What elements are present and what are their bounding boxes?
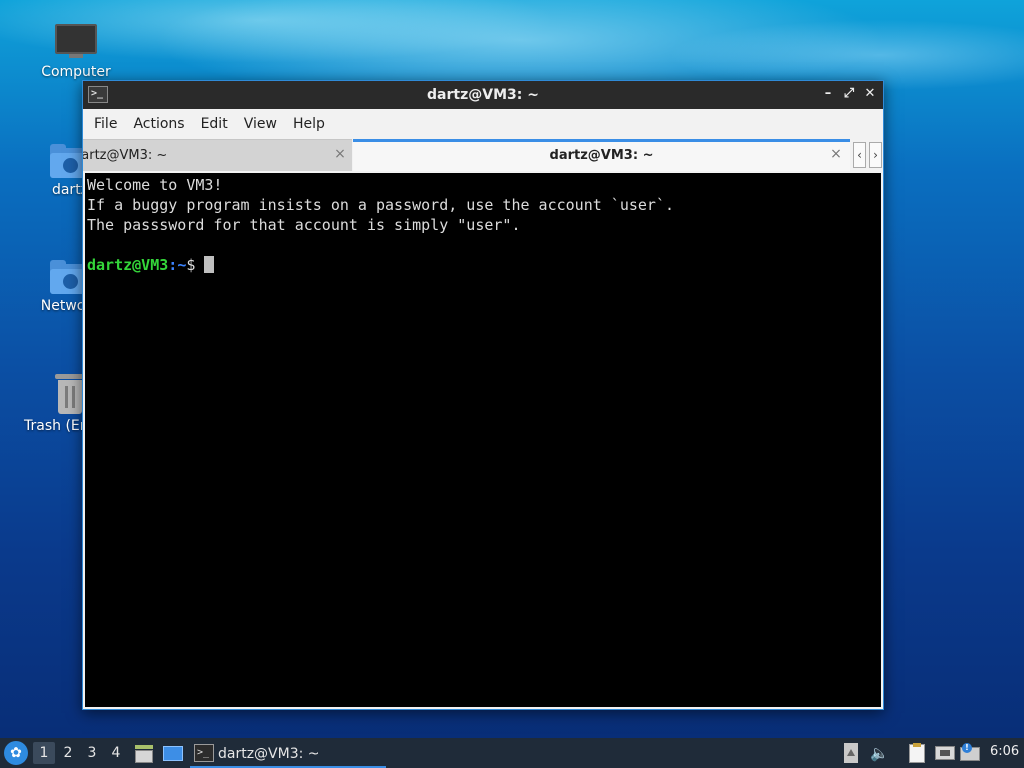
terminal-line: The passsword for that account is simply… <box>87 216 521 234</box>
task-label: dartz@VM3: ~ <box>218 746 320 762</box>
menu-edit[interactable]: Edit <box>194 116 235 132</box>
tab-label: dartz@VM3: ~ <box>83 148 168 163</box>
desktop-icon-computer[interactable]: Computer <box>30 24 122 80</box>
clipboard-icon[interactable] <box>907 743 925 763</box>
window-titlebar[interactable]: >_ dartz@VM3: ~ – ⤢ ✕ <box>83 81 883 109</box>
tab-close-icon[interactable]: × <box>828 146 844 162</box>
tab-terminal-2[interactable]: dartz@VM3: ~ × <box>353 139 850 171</box>
tab-scroll-left-icon[interactable]: ‹ <box>853 142 866 168</box>
prompt-user-host: dartz@VM3 <box>87 256 169 274</box>
tab-terminal-1[interactable]: dartz@VM3: ~ × <box>83 139 352 171</box>
computer-icon <box>55 24 97 60</box>
terminal-prompt: dartz@VM3:~$ <box>87 255 881 275</box>
trash-icon <box>55 374 85 414</box>
tab-bar: dartz@VM3: ~ × dartz@VM3: ~ × ‹ › <box>83 139 883 171</box>
lxqt-menu-icon[interactable]: ✿ <box>4 741 28 765</box>
close-button[interactable]: ✕ <box>861 85 879 103</box>
clock[interactable]: 6:06 <box>990 744 1019 759</box>
terminal-window: >_ dartz@VM3: ~ – ⤢ ✕ File Actions Edit … <box>82 80 884 710</box>
minimize-button[interactable]: – <box>819 85 837 103</box>
workspace-1[interactable]: 1 <box>33 742 55 764</box>
terminal-icon: >_ <box>194 744 214 762</box>
terminal-line: Welcome to VM3! <box>87 176 223 194</box>
show-desktop-icon[interactable] <box>162 742 184 764</box>
maximize-button[interactable]: ⤢ <box>840 85 858 103</box>
menubar: File Actions Edit View Help <box>83 109 883 139</box>
workspace-4[interactable]: 4 <box>105 742 127 764</box>
terminal-output[interactable]: Welcome to VM3! If a buggy program insis… <box>85 173 881 707</box>
prompt-path: ~ <box>177 256 187 274</box>
taskbar-task-terminal[interactable]: >_ dartz@VM3: ~ <box>190 740 386 768</box>
menu-help[interactable]: Help <box>286 116 332 132</box>
desktop-icon-label: Computer <box>41 64 111 80</box>
workspace-3[interactable]: 3 <box>81 742 103 764</box>
terminal-cursor <box>204 256 215 273</box>
menu-actions[interactable]: Actions <box>126 116 191 132</box>
network-icon[interactable] <box>934 743 956 763</box>
tab-close-icon[interactable]: × <box>332 146 348 162</box>
tab-label: dartz@VM3: ~ <box>549 148 654 163</box>
prompt-symbol: $ <box>186 256 196 274</box>
prompt-separator: : <box>168 256 178 274</box>
tray-arrow-icon[interactable] <box>844 743 858 763</box>
window-title: dartz@VM3: ~ <box>427 87 539 103</box>
tab-scroll-right-icon[interactable]: › <box>869 142 882 168</box>
terminal-line: If a buggy program insists on a password… <box>87 196 674 214</box>
menu-file[interactable]: File <box>87 116 124 132</box>
workspace-2[interactable]: 2 <box>57 742 79 764</box>
volume-icon[interactable]: 🔈 <box>870 743 890 763</box>
file-manager-icon[interactable] <box>133 742 155 764</box>
taskbar: ✿ 1 2 3 4 >_ dartz@VM3: ~ 🔈 ! 6:06 <box>0 738 1024 768</box>
update-notifier-icon[interactable]: ! <box>960 743 982 763</box>
menu-view[interactable]: View <box>237 116 284 132</box>
